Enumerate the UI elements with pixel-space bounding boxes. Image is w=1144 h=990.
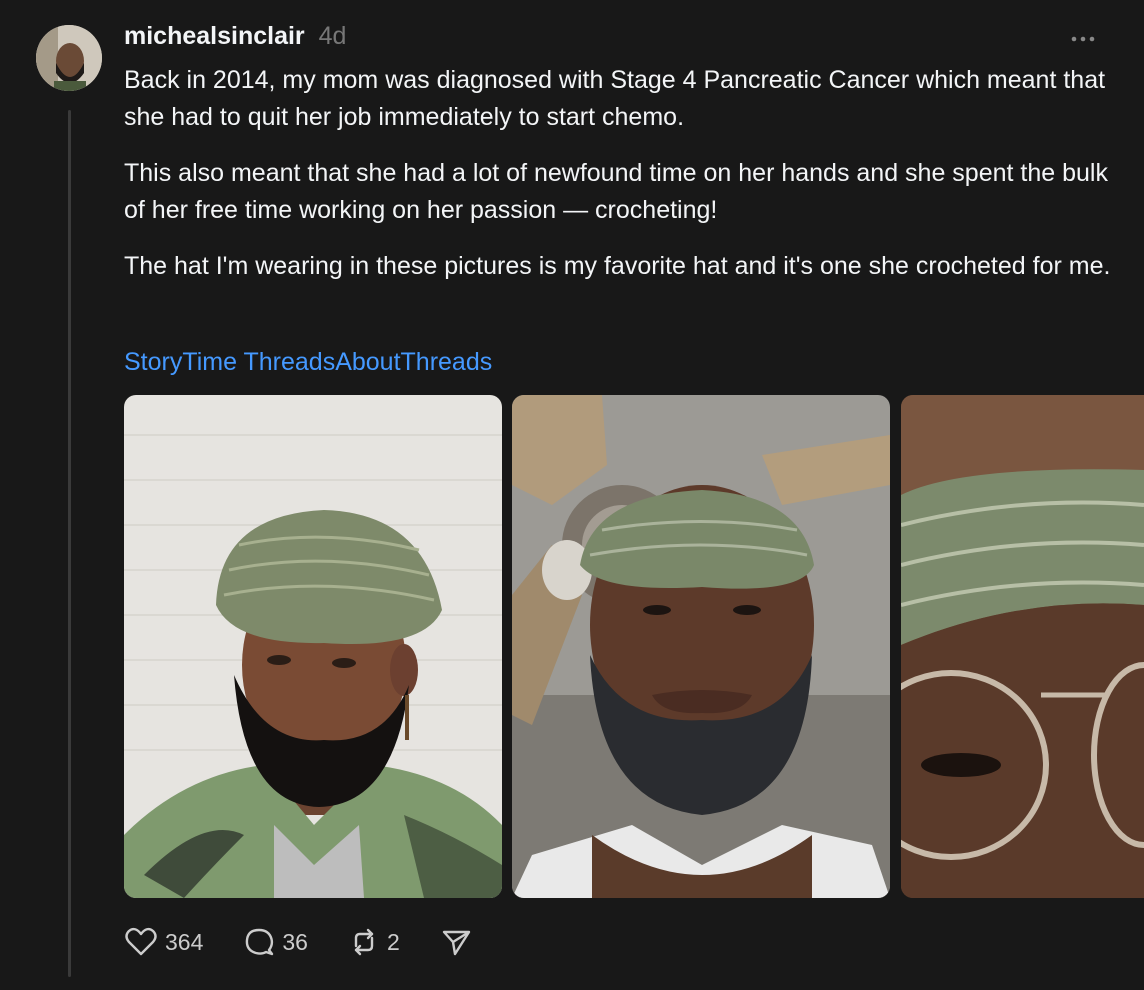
post-paragraph: Back in 2014, my mom was diagnosed with … [124, 66, 1106, 131]
like-count: 364 [165, 928, 204, 955]
post-header: michealsinclair 4d [124, 22, 346, 54]
send-icon [442, 930, 470, 956]
repost-count: 2 [386, 928, 400, 955]
post-paragraph: This also meant that she had a lot of ne… [124, 159, 1108, 224]
action-bar: 364 36 2 [124, 924, 512, 960]
photo-2[interactable] [512, 395, 890, 898]
repost-icon [354, 928, 374, 956]
username[interactable]: michealsinclair [124, 22, 305, 51]
thread-post: michealsinclair 4d Back in 2014, my mom … [0, 0, 1144, 990]
share-button[interactable] [440, 926, 472, 958]
tag-threadsaboutthreads[interactable]: ThreadsAboutThreads [243, 348, 492, 376]
photo-3[interactable] [901, 395, 1144, 898]
repost-button[interactable]: 2 [348, 926, 400, 958]
thread-line [68, 110, 71, 977]
tag-storytime[interactable]: StoryTime [124, 348, 237, 376]
heart-icon [125, 927, 157, 956]
reply-count: 36 [282, 928, 308, 955]
post-timestamp[interactable]: 4d [319, 22, 347, 51]
reply-button[interactable]: 36 [243, 926, 308, 958]
comment-icon [246, 928, 274, 956]
avatar[interactable] [36, 25, 102, 91]
more-icon[interactable] [1066, 28, 1100, 50]
post-tags: StoryTime ThreadsAboutThreads [124, 344, 492, 381]
photo-1[interactable] [124, 395, 502, 898]
post-paragraph: The hat I'm wearing in these pictures is… [124, 252, 1111, 280]
like-button[interactable]: 364 [124, 926, 203, 958]
post-body: Back in 2014, my mom was diagnosed with … [124, 62, 1114, 304]
